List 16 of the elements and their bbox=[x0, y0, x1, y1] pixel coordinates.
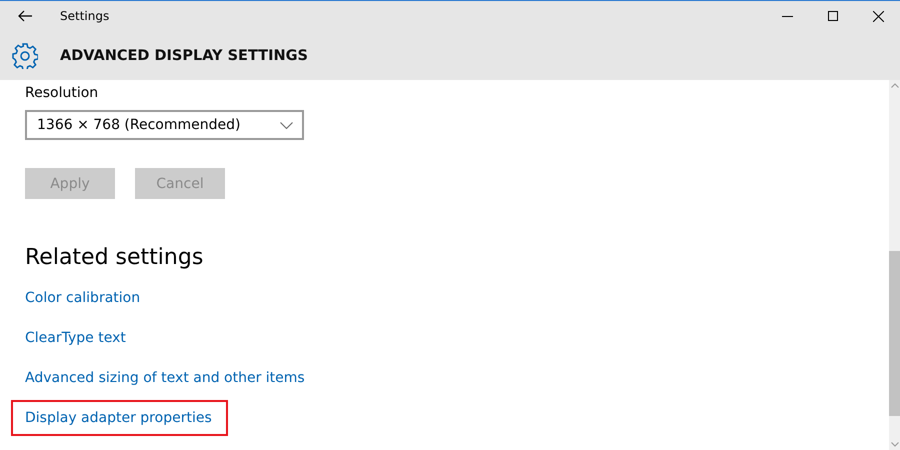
scrollbar[interactable] bbox=[889, 80, 900, 450]
settings-link[interactable]: Color calibration bbox=[25, 288, 140, 308]
settings-link[interactable]: Advanced sizing of text and other items bbox=[25, 368, 305, 388]
window-title: Settings bbox=[60, 9, 110, 23]
settings-link[interactable]: Display adapter properties bbox=[13, 402, 226, 434]
back-icon[interactable] bbox=[18, 10, 32, 22]
field-label: Resolution bbox=[25, 85, 98, 101]
resolution-dropdown[interactable]: 1366 × 768 (Recommended) bbox=[25, 110, 304, 140]
scrollbar-thumb[interactable] bbox=[889, 251, 900, 416]
page-title: ADVANCED DISPLAY SETTINGS bbox=[60, 48, 308, 64]
chevron-icon bbox=[280, 122, 293, 128]
settings-icon bbox=[12, 42, 38, 68]
maximize-icon[interactable] bbox=[828, 11, 838, 21]
settings-link[interactable]: ClearType text bbox=[25, 328, 126, 348]
section-heading: Related settings bbox=[25, 245, 204, 270]
close-icon[interactable] bbox=[873, 10, 884, 22]
